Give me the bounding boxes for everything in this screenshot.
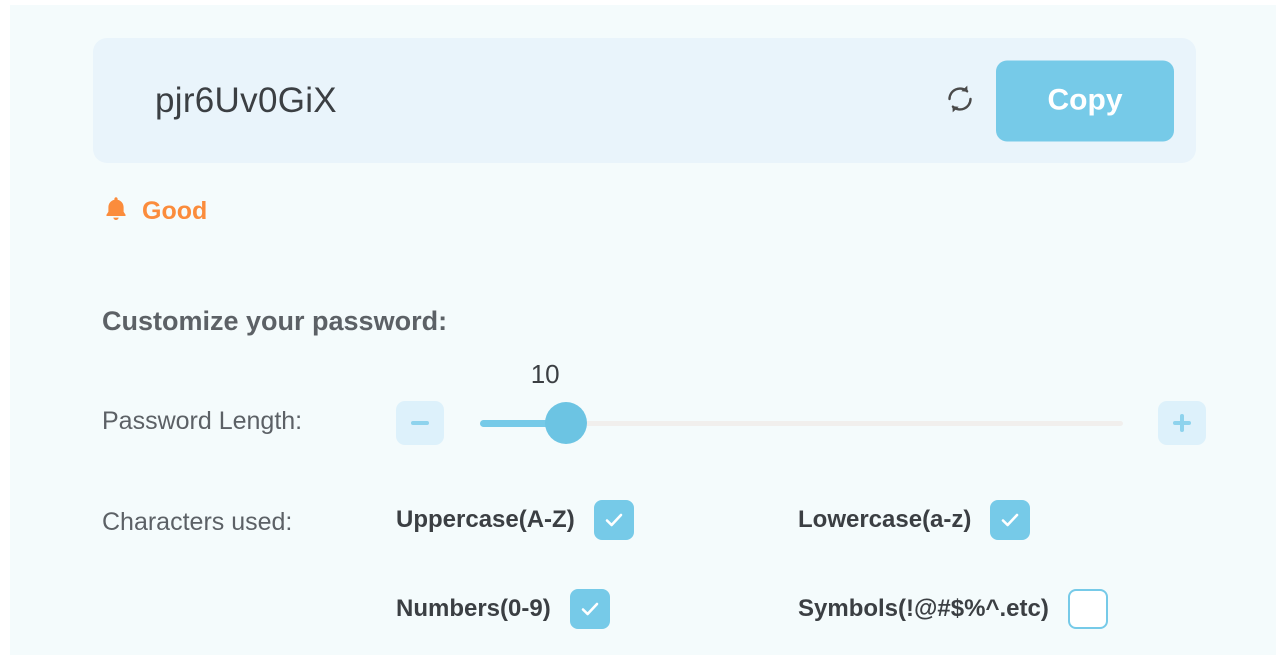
option-numbers[interactable]: Numbers(0-9) [396,589,610,629]
checkbox-symbols[interactable] [1067,589,1108,629]
option-uppercase[interactable]: Uppercase(A-Z) [396,500,634,540]
option-lowercase-label: Lowercase(a-z) [798,506,972,533]
option-lowercase[interactable]: Lowercase(a-z) [798,500,1031,540]
password-output-field: pjr6Uv0GiX Copy [93,38,1196,163]
option-symbols-label: Symbols(!@#$%^.etc) [798,595,1049,622]
option-symbols[interactable]: Symbols(!@#$%^.etc) [798,589,1108,629]
checkbox-lowercase[interactable] [990,500,1031,540]
length-decrement-button[interactable] [396,401,444,445]
length-increment-button[interactable] [1158,401,1206,445]
refresh-icon [942,81,978,120]
plus-icon-vertical [1180,414,1184,432]
password-strength-indicator: Good [103,195,207,227]
generated-password-text[interactable]: pjr6Uv0GiX [155,81,337,121]
slider-thumb[interactable]: 10 [531,359,588,444]
check-icon [581,602,599,616]
slider-value-label: 10 [530,359,560,389]
option-uppercase-label: Uppercase(A-Z) [396,506,575,533]
checkbox-uppercase[interactable] [593,500,634,540]
strength-label: Good [142,196,208,225]
refresh-password-button[interactable] [939,80,981,122]
password-length-row: Password Length: 10 [10,359,1276,456]
characters-used-label: Characters used: [102,508,293,536]
option-numbers-label: Numbers(0-9) [396,595,551,622]
check-icon [605,513,623,527]
password-generator-card: pjr6Uv0GiX Copy Good Customize your pass… [10,5,1276,655]
copy-password-button[interactable]: Copy [996,60,1174,141]
checkbox-numbers[interactable] [569,589,610,629]
minus-icon [411,421,429,425]
password-length-slider[interactable]: 10 [480,359,1123,445]
check-icon [1002,513,1019,527]
password-length-label: Password Length: [102,407,303,435]
customize-heading: Customize your password: [102,306,448,336]
bell-icon [103,195,129,227]
